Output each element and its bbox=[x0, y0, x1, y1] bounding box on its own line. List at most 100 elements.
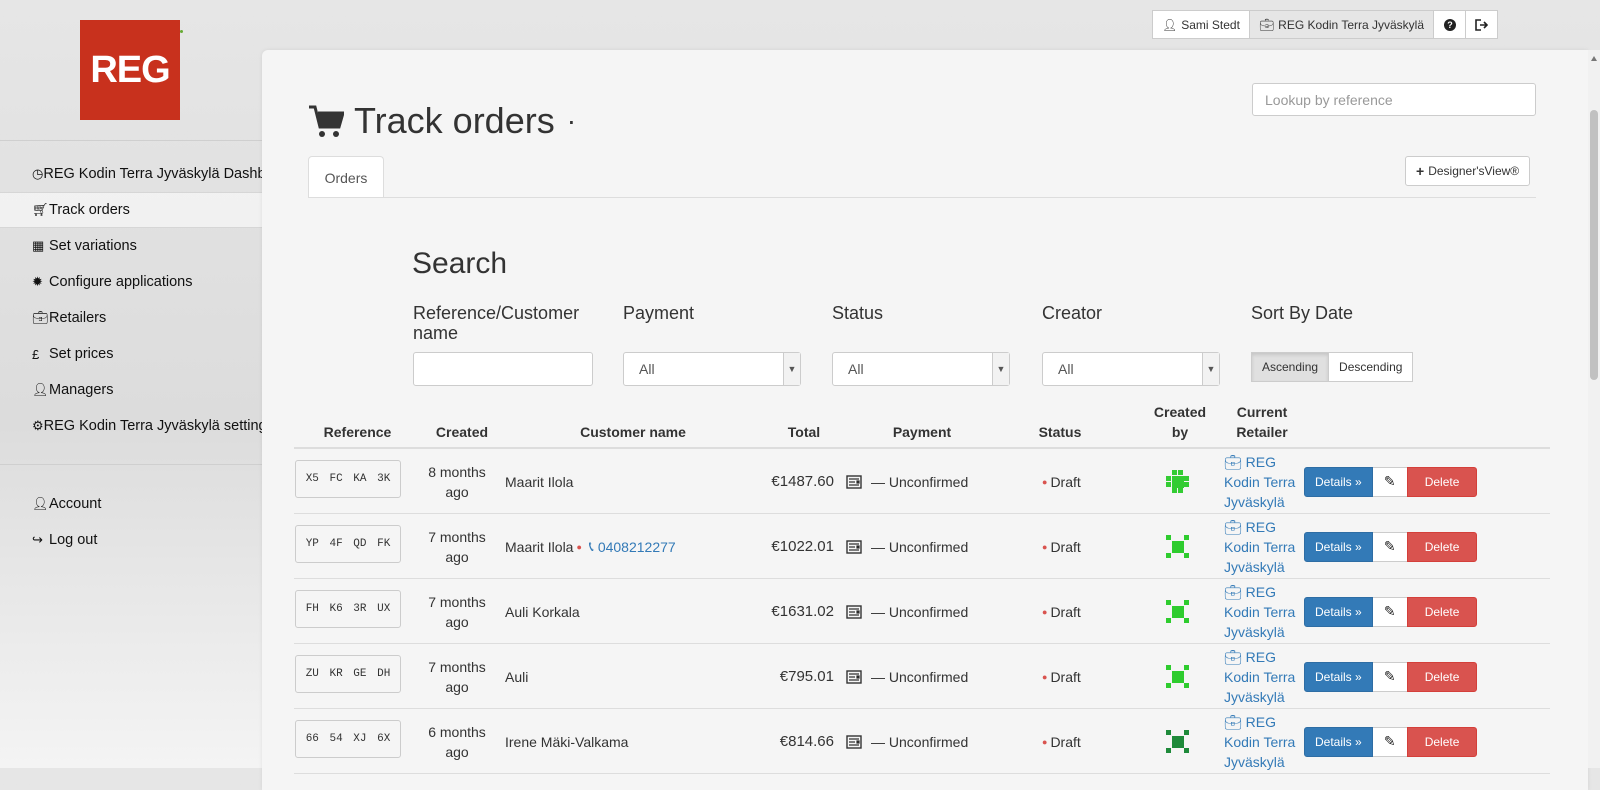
edit-pencil-icon[interactable]: ✎ bbox=[1372, 596, 1407, 627]
order-reference[interactable]: FH K6 3R UX bbox=[295, 590, 401, 628]
row-actions: Details » ✎ Delete bbox=[1304, 579, 1478, 644]
sort-ascending-button[interactable]: Ascending bbox=[1251, 352, 1330, 382]
briefcase-icon: 💼︎ bbox=[1224, 713, 1242, 730]
customer-name: Auli bbox=[505, 668, 529, 685]
retailer-menu-button[interactable]: 💼︎ REG Kodin Terra Jyväskylä bbox=[1248, 10, 1435, 39]
sidebar-item-label: Managers bbox=[49, 382, 114, 398]
sidebar-item-dashboard[interactable]: ◷REG Kodin Terra Jyväskylä Dashboard bbox=[0, 156, 262, 192]
row-actions: Details » ✎ Delete bbox=[1304, 449, 1478, 514]
delete-button[interactable]: Delete bbox=[1406, 531, 1478, 562]
created-by-avatar bbox=[1164, 579, 1192, 644]
sidebar-item-logout[interactable]: ↪ Log out bbox=[0, 522, 262, 558]
order-status-cell: ● Draft bbox=[1039, 514, 1081, 579]
scrollbar-thumb[interactable] bbox=[1590, 110, 1598, 380]
user-menu-button[interactable]: 👤︎ Sami Stedt bbox=[1152, 10, 1250, 39]
current-retailer-link[interactable]: 💼︎ REG Kodin Terra Jyväskylä bbox=[1224, 579, 1304, 644]
creator-select[interactable]: All ▼ bbox=[1042, 352, 1220, 386]
user-icon: 👤︎ bbox=[32, 382, 49, 397]
customer-name-cell: Auli bbox=[505, 644, 528, 709]
scroll-up-icon[interactable] bbox=[1591, 56, 1597, 61]
briefcase-icon: 💼︎ bbox=[1224, 518, 1242, 535]
sidebar-item-retailers[interactable]: 💼︎ Retailers bbox=[0, 300, 262, 336]
sidebar-item-label: Set prices bbox=[49, 346, 114, 362]
sidebar-item-managers[interactable]: 👤︎ Managers bbox=[0, 372, 262, 408]
sidebar-item-set-prices[interactable]: £ Set prices bbox=[0, 336, 262, 372]
col-header-payment: Payment bbox=[892, 424, 952, 440]
plus-icon: + bbox=[1416, 163, 1425, 179]
status-select-value: All bbox=[848, 361, 864, 377]
receipt-icon[interactable] bbox=[844, 709, 864, 774]
details-button[interactable]: Details » bbox=[1304, 531, 1373, 562]
receipt-icon[interactable] bbox=[844, 579, 864, 644]
sort-descending-button[interactable]: Descending bbox=[1328, 352, 1414, 382]
edit-pencil-icon[interactable]: ✎ bbox=[1372, 531, 1407, 562]
row-actions: Details » ✎ Delete bbox=[1304, 709, 1478, 774]
sidebar-item-label: Set variations bbox=[49, 238, 137, 254]
help-button[interactable]: ? bbox=[1433, 10, 1467, 39]
current-retailer-link[interactable]: 💼︎ REG Kodin Terra Jyväskylä bbox=[1224, 644, 1304, 709]
status-select[interactable]: All ▼ bbox=[832, 352, 1010, 386]
current-retailer-link[interactable]: 💼︎ REG Kodin Terra Jyväskylä bbox=[1224, 449, 1304, 514]
status-filter-label: Status bbox=[832, 303, 884, 323]
briefcase-icon: 💼︎ bbox=[1224, 453, 1242, 470]
current-retailer-link[interactable]: 💼︎ REG Kodin Terra Jyväskylä bbox=[1224, 709, 1304, 774]
sidebar-item-configure-applications[interactable]: ✹ Configure applications bbox=[0, 264, 262, 300]
question-circle-icon: ? bbox=[1443, 18, 1456, 31]
sidebar-item-label: Account bbox=[49, 496, 102, 512]
sidebar-item-settings[interactable]: ⚙︎ REG Kodin Terra Jyväskylä settings bbox=[0, 408, 262, 444]
delete-button[interactable]: Delete bbox=[1406, 596, 1478, 627]
current-retailer-link[interactable]: 💼︎ REG Kodin Terra Jyväskylä bbox=[1224, 514, 1304, 579]
lookup-by-reference-input[interactable] bbox=[1252, 83, 1536, 116]
details-button[interactable]: Details » bbox=[1304, 466, 1373, 497]
designers-view-button[interactable]: + Designer'sView® bbox=[1405, 156, 1531, 186]
status-dot-icon: ● bbox=[1042, 541, 1048, 552]
page-title: Track orders · bbox=[308, 100, 576, 142]
sidebar-item-account[interactable]: 👤︎ Account bbox=[0, 486, 262, 522]
details-button[interactable]: Details » bbox=[1304, 726, 1373, 757]
identicon-avatar-icon bbox=[1166, 729, 1189, 753]
details-button[interactable]: Details » bbox=[1304, 661, 1373, 692]
order-status: Draft bbox=[1050, 473, 1081, 490]
edit-pencil-icon[interactable]: ✎ bbox=[1372, 661, 1407, 692]
cart-icon: 🛒︎ bbox=[32, 202, 49, 217]
grid-icon: ▦ bbox=[32, 238, 45, 253]
order-reference[interactable]: 66 54 XJ 6X bbox=[295, 720, 401, 758]
edit-pencil-icon[interactable]: ✎ bbox=[1372, 726, 1407, 757]
reference-customer-input[interactable] bbox=[413, 352, 593, 386]
retailer-name: REG Kodin Terra Jyväskylä bbox=[1278, 17, 1425, 32]
tab-orders[interactable]: Orders bbox=[308, 156, 384, 198]
order-total: €1631.02 bbox=[771, 603, 834, 620]
sidebar-item-track-orders[interactable]: 🛒︎ Track orders bbox=[0, 192, 262, 228]
page-title-suffix: · bbox=[566, 105, 577, 136]
logout-top-button[interactable] bbox=[1465, 10, 1499, 39]
customer-phone-link[interactable]: 0408212277 bbox=[598, 539, 676, 555]
row-actions: Details » ✎ Delete bbox=[1304, 514, 1478, 579]
status-dot-icon: ● bbox=[1042, 671, 1048, 682]
delete-button[interactable]: Delete bbox=[1406, 661, 1478, 692]
table-row: ZU KR GE DH 7 months ago Auli €795.01 — … bbox=[294, 644, 1550, 709]
payment-filter-label: Payment bbox=[623, 303, 695, 323]
receipt-icon[interactable] bbox=[844, 449, 864, 514]
payment-select[interactable]: All ▼ bbox=[623, 352, 801, 386]
receipt-icon[interactable] bbox=[844, 644, 864, 709]
payment-status: — Unconfirmed bbox=[871, 473, 969, 490]
scrollbar[interactable] bbox=[1588, 50, 1600, 768]
col-header-created-by: Created by bbox=[1153, 404, 1207, 440]
order-reference[interactable]: YP 4F QD FK bbox=[295, 525, 401, 563]
cart-icon bbox=[309, 105, 344, 137]
status-dot-icon: ● bbox=[1042, 606, 1048, 617]
col-header-current-retailer: Current Retailer bbox=[1236, 404, 1288, 440]
order-status-cell: ● Draft bbox=[1039, 709, 1081, 774]
order-reference[interactable]: ZU KR GE DH bbox=[295, 655, 401, 693]
receipt-icon[interactable] bbox=[844, 514, 864, 579]
created-by-avatar bbox=[1164, 709, 1192, 774]
sidebar-item-set-variations[interactable]: ▦ Set variations bbox=[0, 228, 262, 264]
delete-button[interactable]: Delete bbox=[1406, 726, 1478, 757]
status-dot-icon: ● bbox=[1042, 736, 1048, 747]
delete-button[interactable]: Delete bbox=[1406, 466, 1478, 497]
edit-pencil-icon[interactable]: ✎ bbox=[1372, 466, 1407, 497]
order-reference[interactable]: X5 FC KA 3K bbox=[295, 460, 401, 498]
created-date: 8 months ago bbox=[428, 463, 486, 500]
customer-name: Maarit Ilola bbox=[505, 473, 574, 490]
details-button[interactable]: Details » bbox=[1304, 596, 1373, 627]
